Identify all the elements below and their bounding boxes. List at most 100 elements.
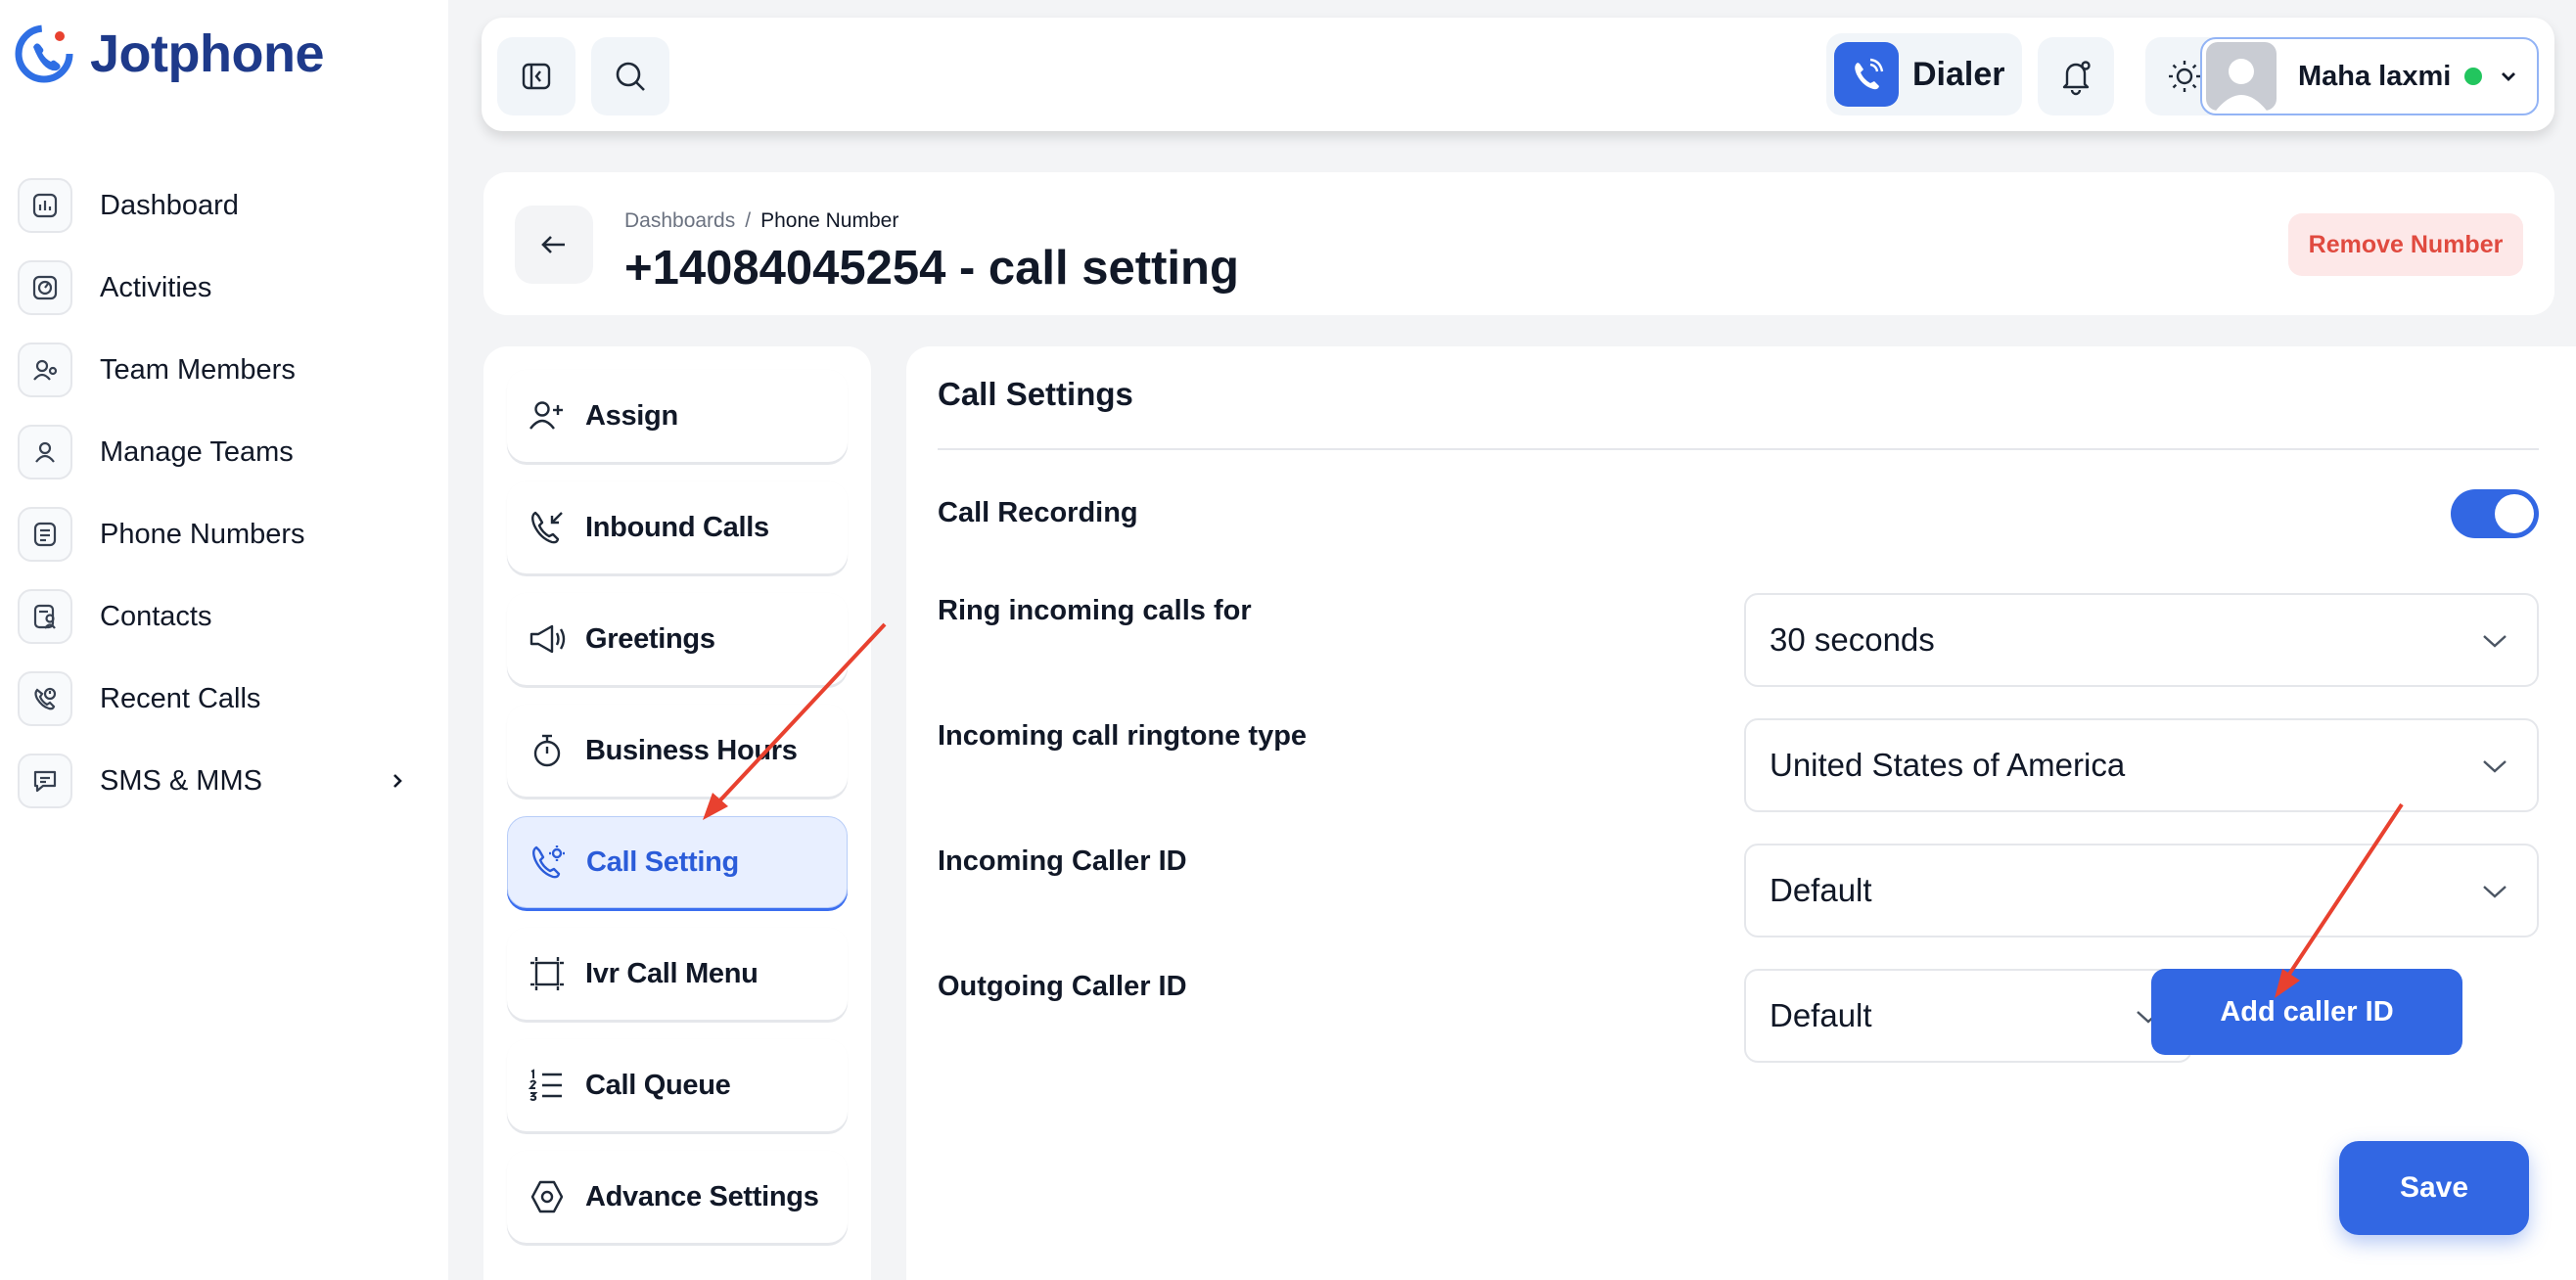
users-icon [18,425,72,480]
ivr-frame-icon [530,957,564,990]
divider [938,448,2539,450]
jotphone-logo-icon [15,24,73,83]
user-plus-icon [529,401,563,430]
inbound-call-icon [531,511,563,544]
sidebar-nav: Dashboard Activities Team Members Manage… [18,164,429,822]
sidebar-item-dashboard[interactable]: Dashboard [18,164,429,247]
ringtone-type-select[interactable]: United States of America [1744,718,2539,812]
back-button[interactable] [515,206,593,284]
chevron-down-icon [2483,635,2507,648]
search-button[interactable] [591,37,669,115]
menu-item-business-hours[interactable]: Business Hours [507,705,848,797]
user-avatar-icon [2216,59,2267,111]
add-caller-id-button[interactable]: Add caller ID [2151,969,2462,1055]
sidebar-item-manage-teams[interactable]: Manage Teams [18,411,429,493]
outgoing-caller-id-label: Outgoing Caller ID [938,971,1187,1002]
save-button[interactable]: Save [2339,1141,2529,1235]
call-recording-label: Call Recording [938,497,1138,528]
menu-item-ivr-call-menu[interactable]: Ivr Call Menu [507,928,848,1020]
breadcrumb: Dashboards / Phone Number [624,209,898,233]
breadcrumb-dashboards[interactable]: Dashboards [624,209,735,233]
menu-item-label: Advance Settings [585,1180,819,1212]
menu-item-greetings[interactable]: Greetings [507,593,848,685]
message-icon [18,754,72,808]
sidebar-item-label: SMS & MMS [100,764,262,797]
dialer-button[interactable]: Dialer [1826,33,2022,115]
sidebar-item-label: Contacts [100,600,212,632]
sidebar-item-label: Recent Calls [100,682,261,714]
menu-item-label: Inbound Calls [585,511,769,543]
incoming-caller-id-value: Default [1770,872,1872,908]
menu-item-label: Ivr Call Menu [585,957,759,989]
call-settings-panel: Call Settings Call Recording Ring incomi… [906,346,2576,1280]
menu-item-label: Business Hours [585,734,798,766]
sidebar-item-label: Phone Numbers [100,518,305,550]
bell-icon [2062,61,2091,96]
phone-list-icon [18,507,72,562]
collapse-sidebar-button[interactable] [497,37,575,115]
dashboard-icon [18,178,72,233]
sidebar-item-label: Manage Teams [100,435,294,468]
topbar: Dialer Maha laxmi [482,18,2554,131]
chevron-right-icon [393,774,402,788]
team-members-icon [18,343,72,397]
activity-icon [18,260,72,315]
chevron-down-icon [2483,886,2507,898]
app-name: Jotphone [90,24,324,83]
menu-item-call-queue[interactable]: Call Queue [507,1039,848,1131]
breadcrumb-separator: / [745,209,752,232]
recent-calls-icon [18,671,72,726]
dialer-label: Dialer [1912,55,2005,93]
sidebar-item-team-members[interactable]: Team Members [18,329,429,411]
menu-item-label: Assign [585,399,678,432]
sidebar-item-recent-calls[interactable]: Recent Calls [18,658,429,740]
app-logo[interactable]: Jotphone [12,20,324,88]
settings-menu: Assign Inbound Calls Greetings Business … [483,346,871,1280]
sun-icon [2169,61,2200,92]
menu-item-label: Greetings [585,622,715,655]
sidebar-toggle-icon [522,63,551,90]
megaphone-icon [529,624,566,654]
menu-item-advance-settings[interactable]: Advance Settings [507,1151,848,1243]
main-area: Dialer Maha laxmi Dashboards / Phone Num… [448,0,2576,1280]
user-name: Maha laxmi [2298,60,2452,92]
incoming-caller-id-select[interactable]: Default [1744,844,2539,937]
outgoing-caller-id-select[interactable]: Default [1744,969,2192,1063]
sidebar-item-sms-mms[interactable]: SMS & MMS [18,740,429,822]
incoming-caller-id-label: Incoming Caller ID [938,846,1187,877]
ring-duration-label: Ring incoming calls for [938,595,1252,626]
chevron-down-icon [2483,760,2507,773]
sidebar: Jotphone Dashboard Activities Team Membe… [0,0,448,1280]
user-menu[interactable]: Maha laxmi [2200,37,2539,115]
chevron-down-icon [2502,72,2516,81]
stopwatch-icon [533,734,561,767]
contacts-icon [18,589,72,644]
menu-item-assign[interactable]: Assign [507,370,848,462]
phone-settings-icon [532,846,565,879]
sidebar-item-label: Team Members [100,353,296,386]
hexagon-settings-icon [530,1180,564,1213]
call-recording-toggle[interactable] [2451,489,2539,538]
sidebar-item-activities[interactable]: Activities [18,247,429,329]
sidebar-item-phone-numbers[interactable]: Phone Numbers [18,493,429,575]
notifications-button[interactable] [2038,37,2114,115]
sidebar-item-contacts[interactable]: Contacts [18,575,429,658]
sidebar-item-label: Activities [100,271,212,303]
remove-number-button[interactable]: Remove Number [2288,213,2523,276]
online-status-dot [2464,68,2483,85]
page-header: Dashboards / Phone Number +14084045254 -… [483,172,2554,315]
outgoing-caller-id-value: Default [1770,997,1872,1033]
ring-duration-select[interactable]: 30 seconds [1744,593,2539,687]
ringtone-type-label: Incoming call ringtone type [938,720,1308,752]
numbered-list-icon [528,1069,562,1101]
breadcrumb-phone-number: Phone Number [760,209,899,232]
toggle-knob [2495,494,2534,533]
menu-item-inbound-calls[interactable]: Inbound Calls [507,481,848,573]
menu-item-call-setting[interactable]: Call Setting [507,816,848,908]
search-icon [616,62,645,91]
sidebar-item-label: Dashboard [100,189,239,221]
avatar [2206,42,2277,111]
arrow-left-icon [541,236,565,253]
menu-item-label: Call Queue [585,1069,731,1101]
page-title: +14084045254 - call setting [624,242,1239,295]
